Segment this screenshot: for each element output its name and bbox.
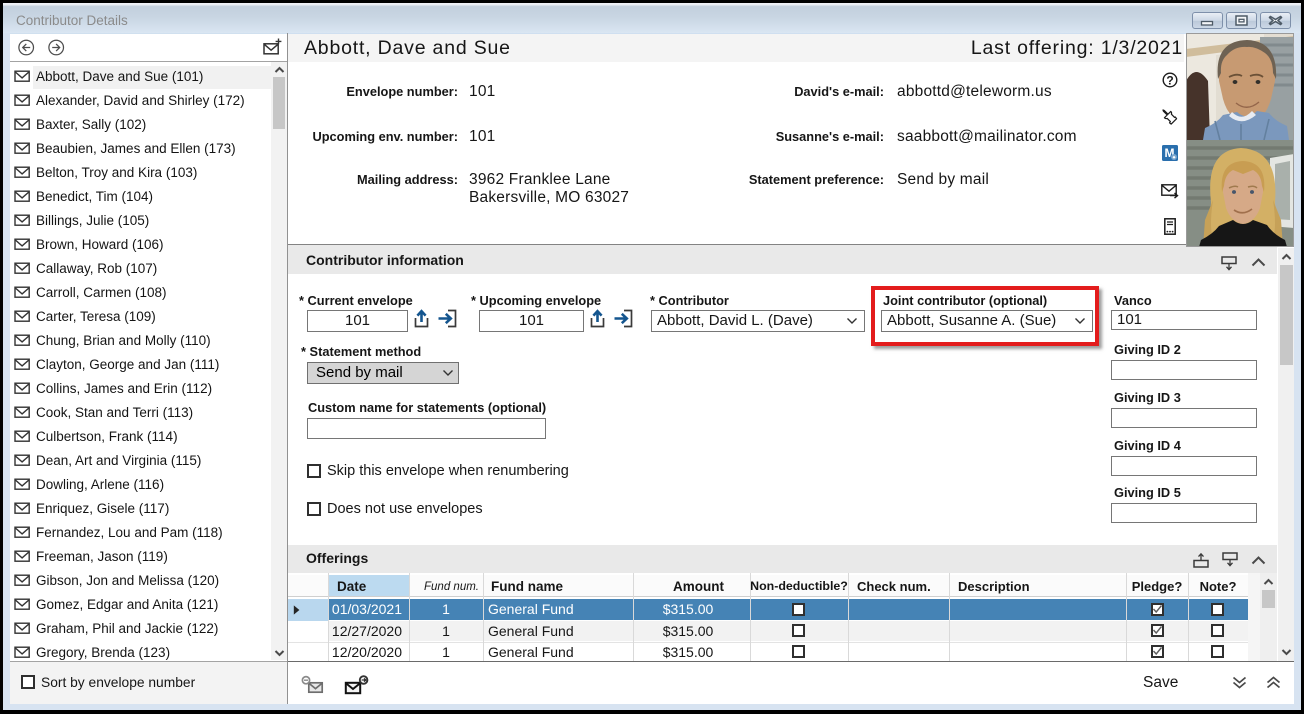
svg-text:?: ? <box>1166 73 1173 87</box>
